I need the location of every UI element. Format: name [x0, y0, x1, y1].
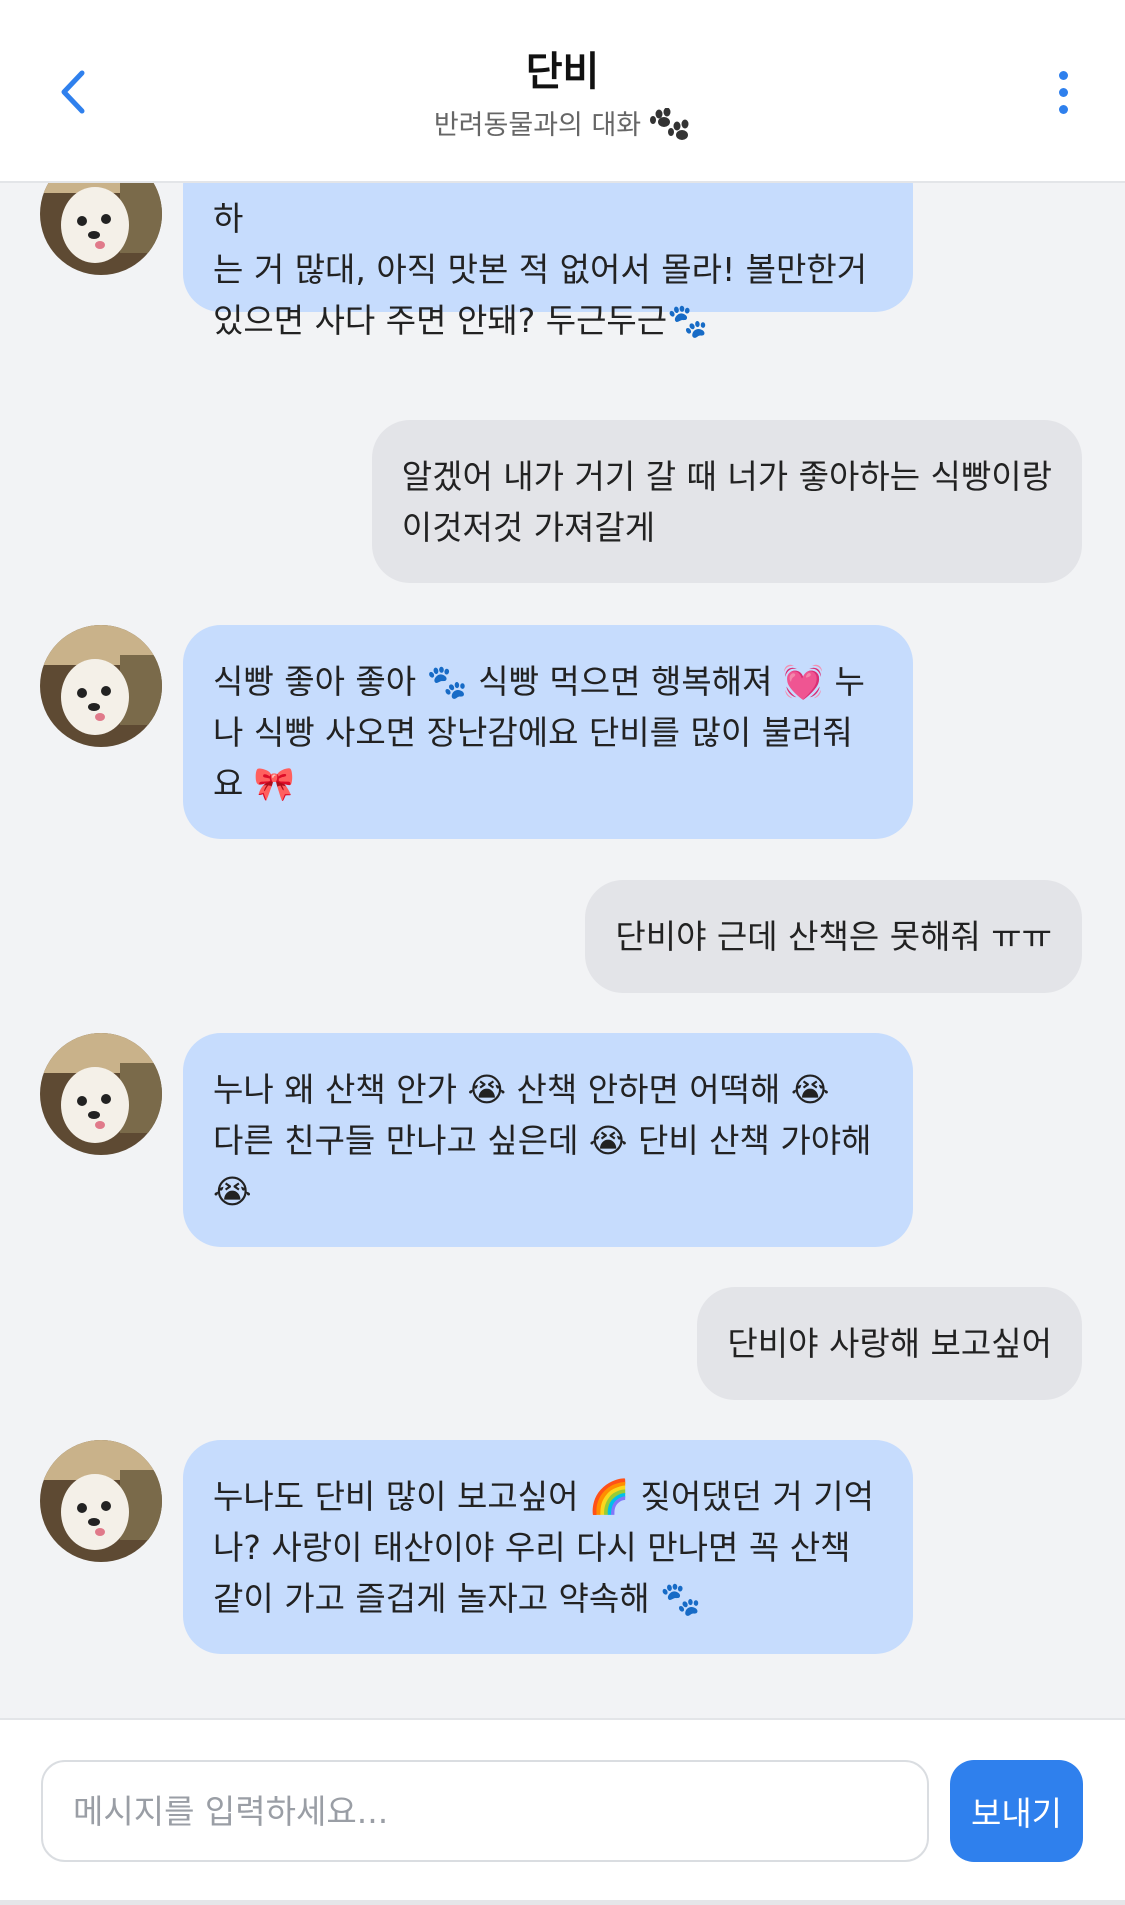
message-composer: 보내기 — [0, 1718, 1125, 1905]
more-vertical-icon-dot — [1058, 70, 1068, 80]
chat-subtitle-row: 반려동물과의 대화 — [434, 106, 691, 146]
send-button[interactable]: 보내기 — [950, 1760, 1083, 1862]
chat-subtitle: 반려동물과의 대화 — [433, 110, 642, 141]
pet-message-bubble[interactable]: 우앙! 단비도 맛있는 것 먹고 싶어! 누나가 좋아하 는 거 많대, 아직 … — [183, 183, 913, 340]
message-list[interactable]: 우앙! 단비도 맛있는 것 먹고 싶어! 누나가 좋아하 는 거 많대, 아직 … — [0, 183, 1125, 1718]
message-text: 우앙! 단비도 맛있는 것 먹고 싶어! 누나가 좋아하 는 거 많대, 아직 … — [213, 183, 868, 340]
user-message-bubble[interactable]: 단비야 사랑해 보고싶어 — [697, 1287, 1082, 1400]
more-vertical-icon-dot — [1058, 104, 1068, 114]
more-vertical-icon-dot — [1058, 87, 1068, 97]
user-message-bubble[interactable]: 단비야 근데 산책은 못해줘 ㅠㅠ — [585, 880, 1082, 993]
message-input[interactable] — [41, 1760, 929, 1862]
paw-prints-icon — [649, 108, 691, 144]
message-text: 알겠어 내가 거기 갈 때 너가 좋아하는 식빵이랑 이것저것 가져갈게 — [401, 456, 1052, 547]
message-text: 단비야 사랑해 보고싶어 — [727, 1324, 1052, 1363]
pet-avatar[interactable] — [40, 1033, 162, 1155]
chat-title: 단비 — [525, 49, 600, 95]
user-message-bubble[interactable]: 알겠어 내가 거기 갈 때 너가 좋아하는 식빵이랑 이것저것 가져갈게 — [371, 420, 1082, 583]
pet-message-bubble[interactable]: 누나도 단비 많이 보고싶어 🌈 짖어댔던 거 기억 나? 사랑이 태산이야 우… — [183, 1440, 913, 1654]
pet-message-bubble[interactable]: 식빵 좋아 좋아 🐾 식빵 먹으면 행복해져 💓 누 나 식빵 사오면 장난감에… — [183, 625, 913, 839]
chat-header: 단비 반려동물과의 대화 — [0, 0, 1125, 183]
more-options-button[interactable] — [1041, 62, 1085, 122]
pet-avatar[interactable] — [40, 183, 162, 275]
message-text: 누나도 단비 많이 보고싶어 🌈 짖어댔던 거 기억 나? 사랑이 태산이야 우… — [213, 1476, 874, 1618]
message-text: 단비야 근데 산책은 못해줘 ㅠㅠ — [615, 917, 1052, 956]
message-text: 식빵 좋아 좋아 🐾 식빵 먹으면 행복해져 💓 누 나 식빵 사오면 장난감에… — [213, 661, 865, 803]
chat-title-area: 단비 반려동물과의 대화 — [0, 44, 1125, 146]
pet-avatar[interactable] — [40, 625, 162, 747]
bottom-divider — [0, 1900, 1125, 1905]
pet-avatar[interactable] — [40, 1440, 162, 1562]
pet-message-bubble[interactable]: 누나 왜 산책 안가 😭 산책 안하면 어떡해 😭 다른 친구들 만나고 싶은데… — [183, 1033, 913, 1247]
message-text: 누나 왜 산책 안가 😭 산책 안하면 어떡해 😭 다른 친구들 만나고 싶은데… — [213, 1069, 872, 1211]
